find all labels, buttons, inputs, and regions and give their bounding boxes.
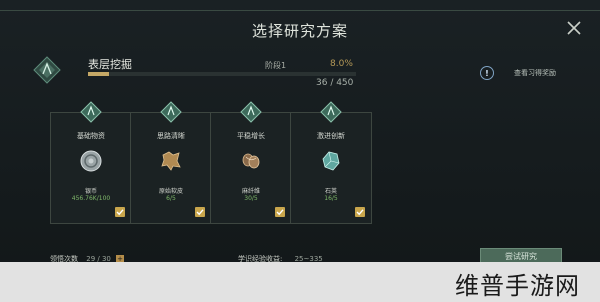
checkbox-icon[interactable]: [275, 207, 285, 217]
item-name: 石英: [324, 188, 337, 195]
view-rewards-label: 查看习得奖励: [514, 69, 556, 77]
card-gem-icon: [320, 101, 342, 123]
leather-icon: [161, 151, 181, 171]
item-name: 原始软皮: [158, 188, 183, 195]
item-quantity: 6/5: [166, 195, 176, 202]
item-name: 银币: [84, 188, 97, 195]
research-option-card[interactable]: 基础物资 银币 456.76K/100: [50, 112, 132, 224]
checkbox-icon[interactable]: [195, 207, 205, 217]
view-rewards[interactable]: ! 查看习得奖励: [480, 66, 556, 80]
close-icon[interactable]: [566, 20, 582, 36]
research-option-card[interactable]: 平稳增长 麻纤维 30/5: [210, 112, 292, 224]
card-gem-icon: [160, 101, 182, 123]
quartz-icon: [322, 151, 340, 171]
option-label: 思路清晰: [157, 132, 185, 140]
research-name: 表层挖掘: [88, 58, 132, 71]
stage-label: 阶段1: [265, 61, 287, 70]
research-option-card[interactable]: 激进创新 石英 16/5: [290, 112, 372, 224]
progress-percent: 8.0%: [330, 59, 353, 69]
option-label: 平稳增长: [237, 132, 265, 140]
card-gem-icon: [80, 101, 102, 123]
checkbox-icon[interactable]: [115, 207, 125, 217]
progress-count: 36 / 450: [316, 78, 354, 88]
progress-fill: [88, 72, 110, 76]
option-label: 基础物资: [77, 132, 105, 140]
item-quantity: 30/5: [244, 195, 258, 202]
fiber-icon: [242, 153, 260, 169]
research-option-card[interactable]: 思路清晰 原始软皮 6/5: [130, 112, 212, 224]
option-label: 激进创新: [317, 132, 345, 140]
item-quantity: 456.76K/100: [71, 195, 111, 202]
panel-title: 选择研究方案: [251, 22, 348, 40]
checkbox-icon[interactable]: [355, 207, 365, 217]
item-name: 麻纤维: [241, 188, 260, 195]
silver-coin-icon: [80, 150, 102, 172]
top-divider: [0, 10, 600, 11]
progress-bar: [88, 72, 356, 76]
item-quantity: 16/5: [324, 195, 338, 202]
card-gem-icon: [240, 101, 262, 123]
watermark: 维普手游网: [455, 272, 580, 300]
info-icon[interactable]: !: [480, 66, 494, 80]
research-gem-icon: [33, 56, 61, 84]
